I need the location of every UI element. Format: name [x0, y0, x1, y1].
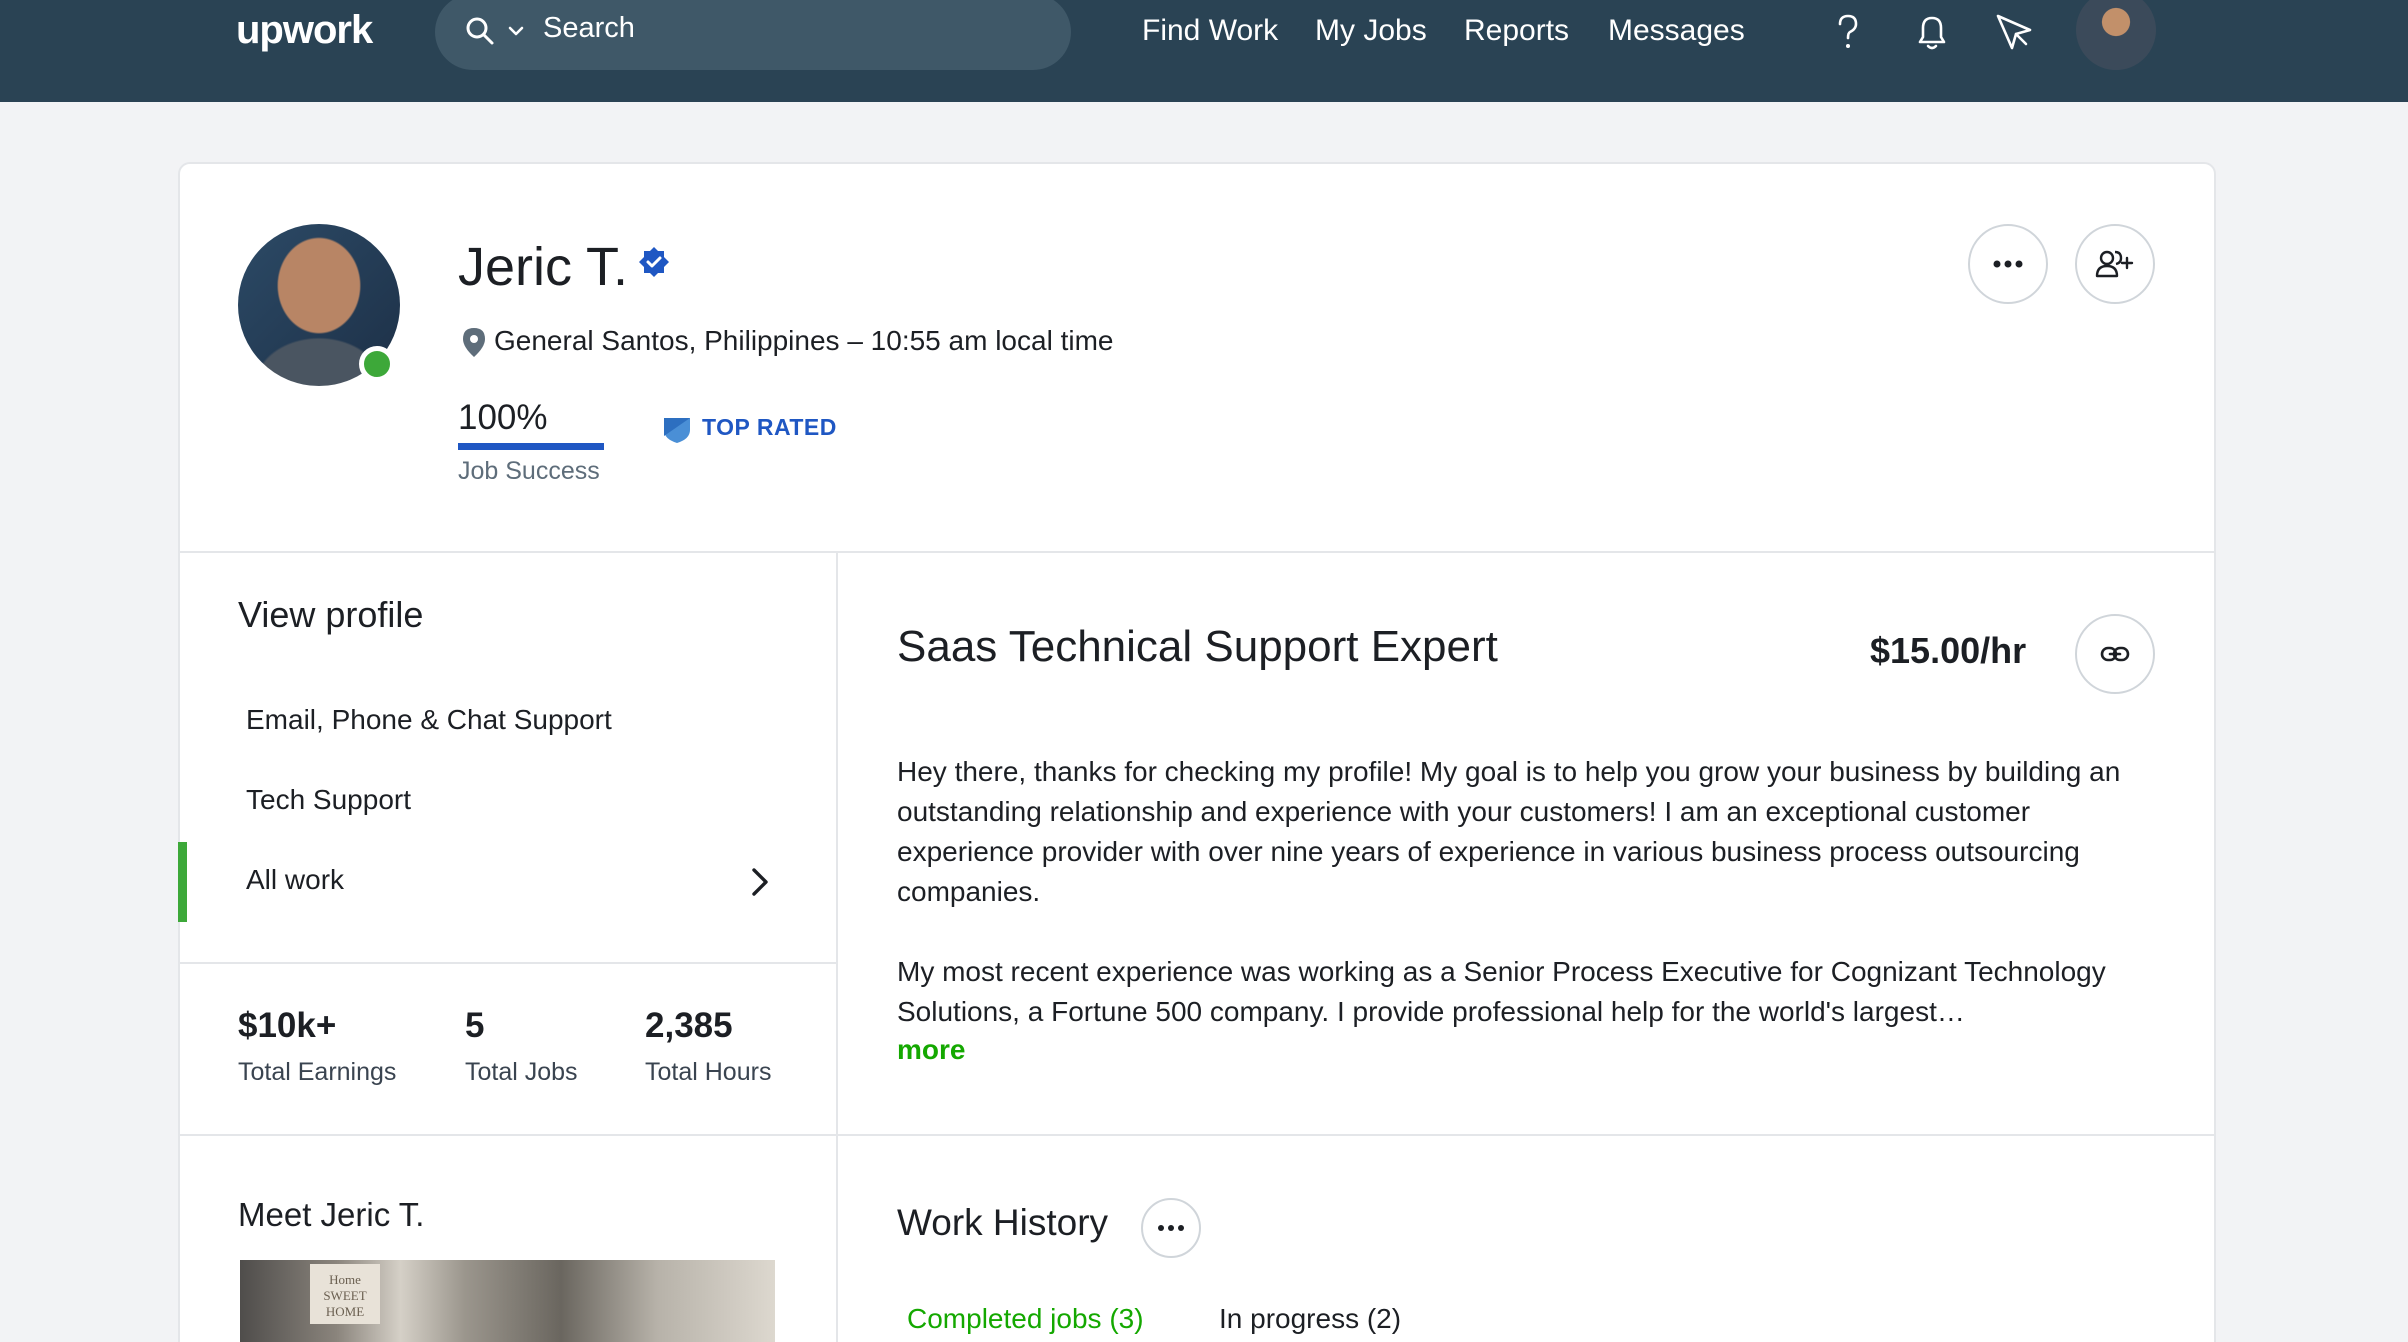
sidebar-item-all-work[interactable]: All work — [246, 864, 344, 896]
sign-line-2: SWEET — [323, 1288, 367, 1303]
location-pin-icon — [463, 328, 485, 357]
nav-reports[interactable]: Reports — [1464, 14, 1569, 48]
upwork-logo[interactable]: upwork — [236, 8, 373, 53]
sidebar-divider-1 — [178, 962, 837, 964]
link-icon — [2100, 646, 2130, 662]
freelancer-name: Jeric T. — [458, 237, 629, 297]
direct-contracts-icon[interactable] — [1994, 12, 2034, 52]
total-jobs-label: Total Jobs — [465, 1058, 578, 1086]
more-link[interactable]: more — [897, 1034, 965, 1066]
work-history-heading: Work History — [897, 1202, 1109, 1243]
search-placeholder: Search — [543, 12, 635, 44]
job-success-value: 100% — [458, 398, 548, 437]
job-success-label: Job Success — [458, 457, 600, 485]
help-icon[interactable] — [1828, 12, 1868, 52]
chevron-down-icon[interactable] — [505, 20, 527, 42]
ellipsis-icon — [1158, 1225, 1184, 1231]
location-and-local-time: General Santos, Philippines – 10:55 am l… — [494, 325, 1114, 356]
top-rated-badge-icon — [664, 418, 690, 443]
tab-completed-jobs[interactable]: Completed jobs (3) — [907, 1303, 1144, 1335]
ellipsis-icon — [1993, 260, 2023, 268]
overview-paragraph-1: Hey there, thanks for checking my profil… — [897, 756, 2129, 907]
top-rated-badge: TOP RATED — [702, 414, 837, 440]
sidebar-item-email-phone-chat-support[interactable]: Email, Phone & Chat Support — [246, 704, 612, 736]
account-avatar[interactable] — [2076, 0, 2156, 70]
section-divider — [178, 1134, 2216, 1136]
intro-video-thumbnail[interactable]: Home SWEET HOME — [240, 1260, 775, 1342]
nav-find-work[interactable]: Find Work — [1142, 14, 1278, 48]
column-divider — [836, 551, 838, 1342]
invite-to-team-button[interactable] — [2075, 224, 2155, 304]
total-hours-label: Total Hours — [645, 1058, 772, 1086]
total-jobs-value: 5 — [465, 1006, 485, 1045]
add-user-icon — [2095, 250, 2134, 278]
sign-line-1: Home — [329, 1272, 361, 1287]
profile-title: Saas Technical Support Expert — [897, 622, 1498, 671]
active-item-indicator — [178, 842, 187, 922]
nav-messages[interactable]: Messages — [1608, 14, 1745, 48]
search-icon — [466, 17, 494, 45]
more-options-button[interactable] — [1968, 224, 2048, 304]
total-hours-value: 2,385 — [645, 1006, 733, 1045]
total-earnings-value: $10k+ — [238, 1006, 337, 1045]
work-history-options-button[interactable] — [1141, 1198, 1201, 1258]
top-navigation-bar: upwork Search Find Work My Jobs Reports … — [0, 0, 2408, 102]
sign-line-3: HOME — [325, 1304, 365, 1319]
header-divider — [178, 551, 2216, 553]
profile-overview: Hey there, thanks for checking my profil… — [897, 752, 2167, 1072]
total-earnings-label: Total Earnings — [238, 1058, 397, 1086]
chevron-right-icon[interactable] — [746, 866, 774, 898]
search-bar[interactable]: Search — [435, 0, 1071, 70]
verified-badge-icon — [639, 247, 669, 277]
wall-sign: Home SWEET HOME — [310, 1264, 380, 1324]
sidebar-item-tech-support[interactable]: Tech Support — [246, 784, 411, 816]
overview-paragraph-2: My most recent experience was working as… — [897, 956, 2114, 1027]
intro-video-heading: Meet Jeric T. — [238, 1196, 425, 1233]
online-status-dot — [359, 346, 395, 382]
bell-icon[interactable] — [1912, 12, 1952, 52]
hourly-rate: $15.00/hr — [1870, 630, 2027, 671]
tab-in-progress[interactable]: In progress (2) — [1219, 1303, 1401, 1335]
view-profile-heading: View profile — [238, 594, 424, 635]
copy-link-button[interactable] — [2075, 614, 2155, 694]
job-success-progress-fill — [458, 443, 604, 450]
job-success-progress-bar — [458, 443, 604, 450]
nav-my-jobs[interactable]: My Jobs — [1315, 14, 1427, 48]
